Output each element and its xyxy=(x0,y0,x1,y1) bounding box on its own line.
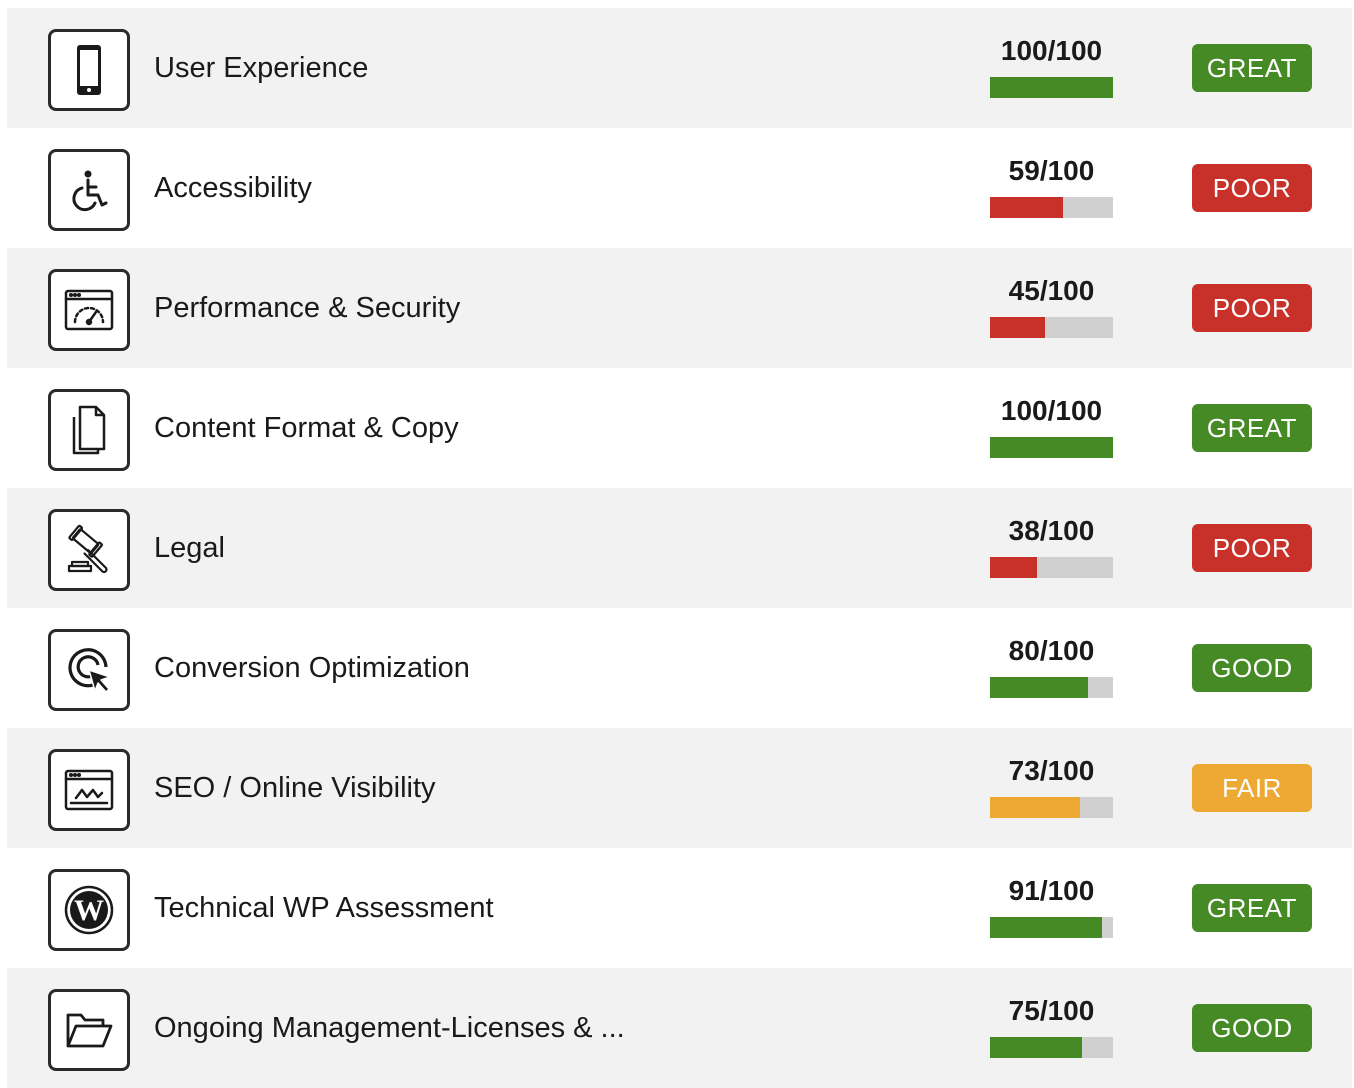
rating-badge: GREAT xyxy=(1192,44,1312,92)
row-label: Legal xyxy=(154,532,225,564)
score-row-ongoing-management[interactable]: Ongoing Management-Licenses & ... 75/100… xyxy=(7,968,1352,1088)
score-row-seo-online-visibility[interactable]: SEO / Online Visibility 73/100 FAIR xyxy=(7,728,1352,848)
rating-badge: GOOD xyxy=(1192,1004,1312,1052)
score-progress-fill xyxy=(990,197,1063,218)
score-progress-bar xyxy=(990,677,1113,698)
row-label: Conversion Optimization xyxy=(154,652,470,684)
gavel-icon xyxy=(48,509,130,591)
score-row-content-format-copy[interactable]: Content Format & Copy 100/100 GREAT xyxy=(7,368,1352,488)
score-progress-fill xyxy=(990,437,1113,458)
score-progress-bar xyxy=(990,437,1113,458)
score-value: 100/100 xyxy=(1000,35,1103,66)
score-value: 45/100 xyxy=(1008,275,1095,306)
target-cursor-icon xyxy=(48,629,130,711)
score-progress-fill xyxy=(990,557,1037,578)
assessment-score-list: User Experience 100/100 GREAT Accessibil… xyxy=(7,8,1352,1088)
score-progress-fill xyxy=(990,1037,1083,1058)
score-value: 73/100 xyxy=(1008,755,1095,786)
rating-badge: POOR xyxy=(1192,164,1312,212)
row-label: Content Format & Copy xyxy=(154,412,459,444)
score-progress-fill xyxy=(990,917,1102,938)
rating-badge: POOR xyxy=(1192,524,1312,572)
open-folder-icon xyxy=(48,989,130,1071)
rating-badge: GOOD xyxy=(1192,644,1312,692)
row-label: Accessibility xyxy=(154,172,312,204)
score-row-conversion-optimization[interactable]: Conversion Optimization 80/100 GOOD xyxy=(7,608,1352,728)
rating-badge: FAIR xyxy=(1192,764,1312,812)
score-progress-fill xyxy=(990,797,1080,818)
row-label: Technical WP Assessment xyxy=(154,892,494,924)
row-label: Performance & Security xyxy=(154,292,461,324)
svg-text:W: W xyxy=(74,894,104,927)
speedometer-browser-icon xyxy=(48,269,130,351)
mobile-phone-icon xyxy=(48,29,130,111)
browser-chart-icon xyxy=(48,749,130,831)
row-label: Ongoing Management-Licenses & ... xyxy=(154,1012,625,1044)
score-row-accessibility[interactable]: Accessibility 59/100 POOR xyxy=(7,128,1352,248)
score-progress-fill xyxy=(990,317,1046,338)
score-row-user-experience[interactable]: User Experience 100/100 GREAT xyxy=(7,8,1352,128)
score-progress-bar xyxy=(990,1037,1113,1058)
score-row-technical-wp-assessment[interactable]: W Technical WP Assessment 91/100 GREAT xyxy=(7,848,1352,968)
score-progress-bar xyxy=(990,797,1113,818)
rating-badge: POOR xyxy=(1192,284,1312,332)
documents-copy-icon xyxy=(48,389,130,471)
score-value: 100/100 xyxy=(1000,395,1103,426)
wheelchair-icon xyxy=(48,149,130,231)
score-progress-bar xyxy=(990,77,1113,98)
wordpress-icon: W xyxy=(48,869,130,951)
score-progress-bar xyxy=(990,197,1113,218)
score-value: 75/100 xyxy=(1008,995,1095,1026)
score-progress-bar xyxy=(990,317,1113,338)
score-value: 38/100 xyxy=(1008,515,1095,546)
score-value: 80/100 xyxy=(1008,635,1095,666)
score-progress-fill xyxy=(990,77,1113,98)
score-progress-bar xyxy=(990,917,1113,938)
score-value: 91/100 xyxy=(1008,875,1095,906)
rating-badge: GREAT xyxy=(1192,884,1312,932)
score-progress-bar xyxy=(990,557,1113,578)
row-label: User Experience xyxy=(154,52,369,84)
rating-badge: GREAT xyxy=(1192,404,1312,452)
score-value: 59/100 xyxy=(1008,155,1095,186)
score-row-performance-security[interactable]: Performance & Security 45/100 POOR xyxy=(7,248,1352,368)
score-progress-fill xyxy=(990,677,1089,698)
score-row-legal[interactable]: Legal 38/100 POOR xyxy=(7,488,1352,608)
row-label: SEO / Online Visibility xyxy=(154,772,436,804)
